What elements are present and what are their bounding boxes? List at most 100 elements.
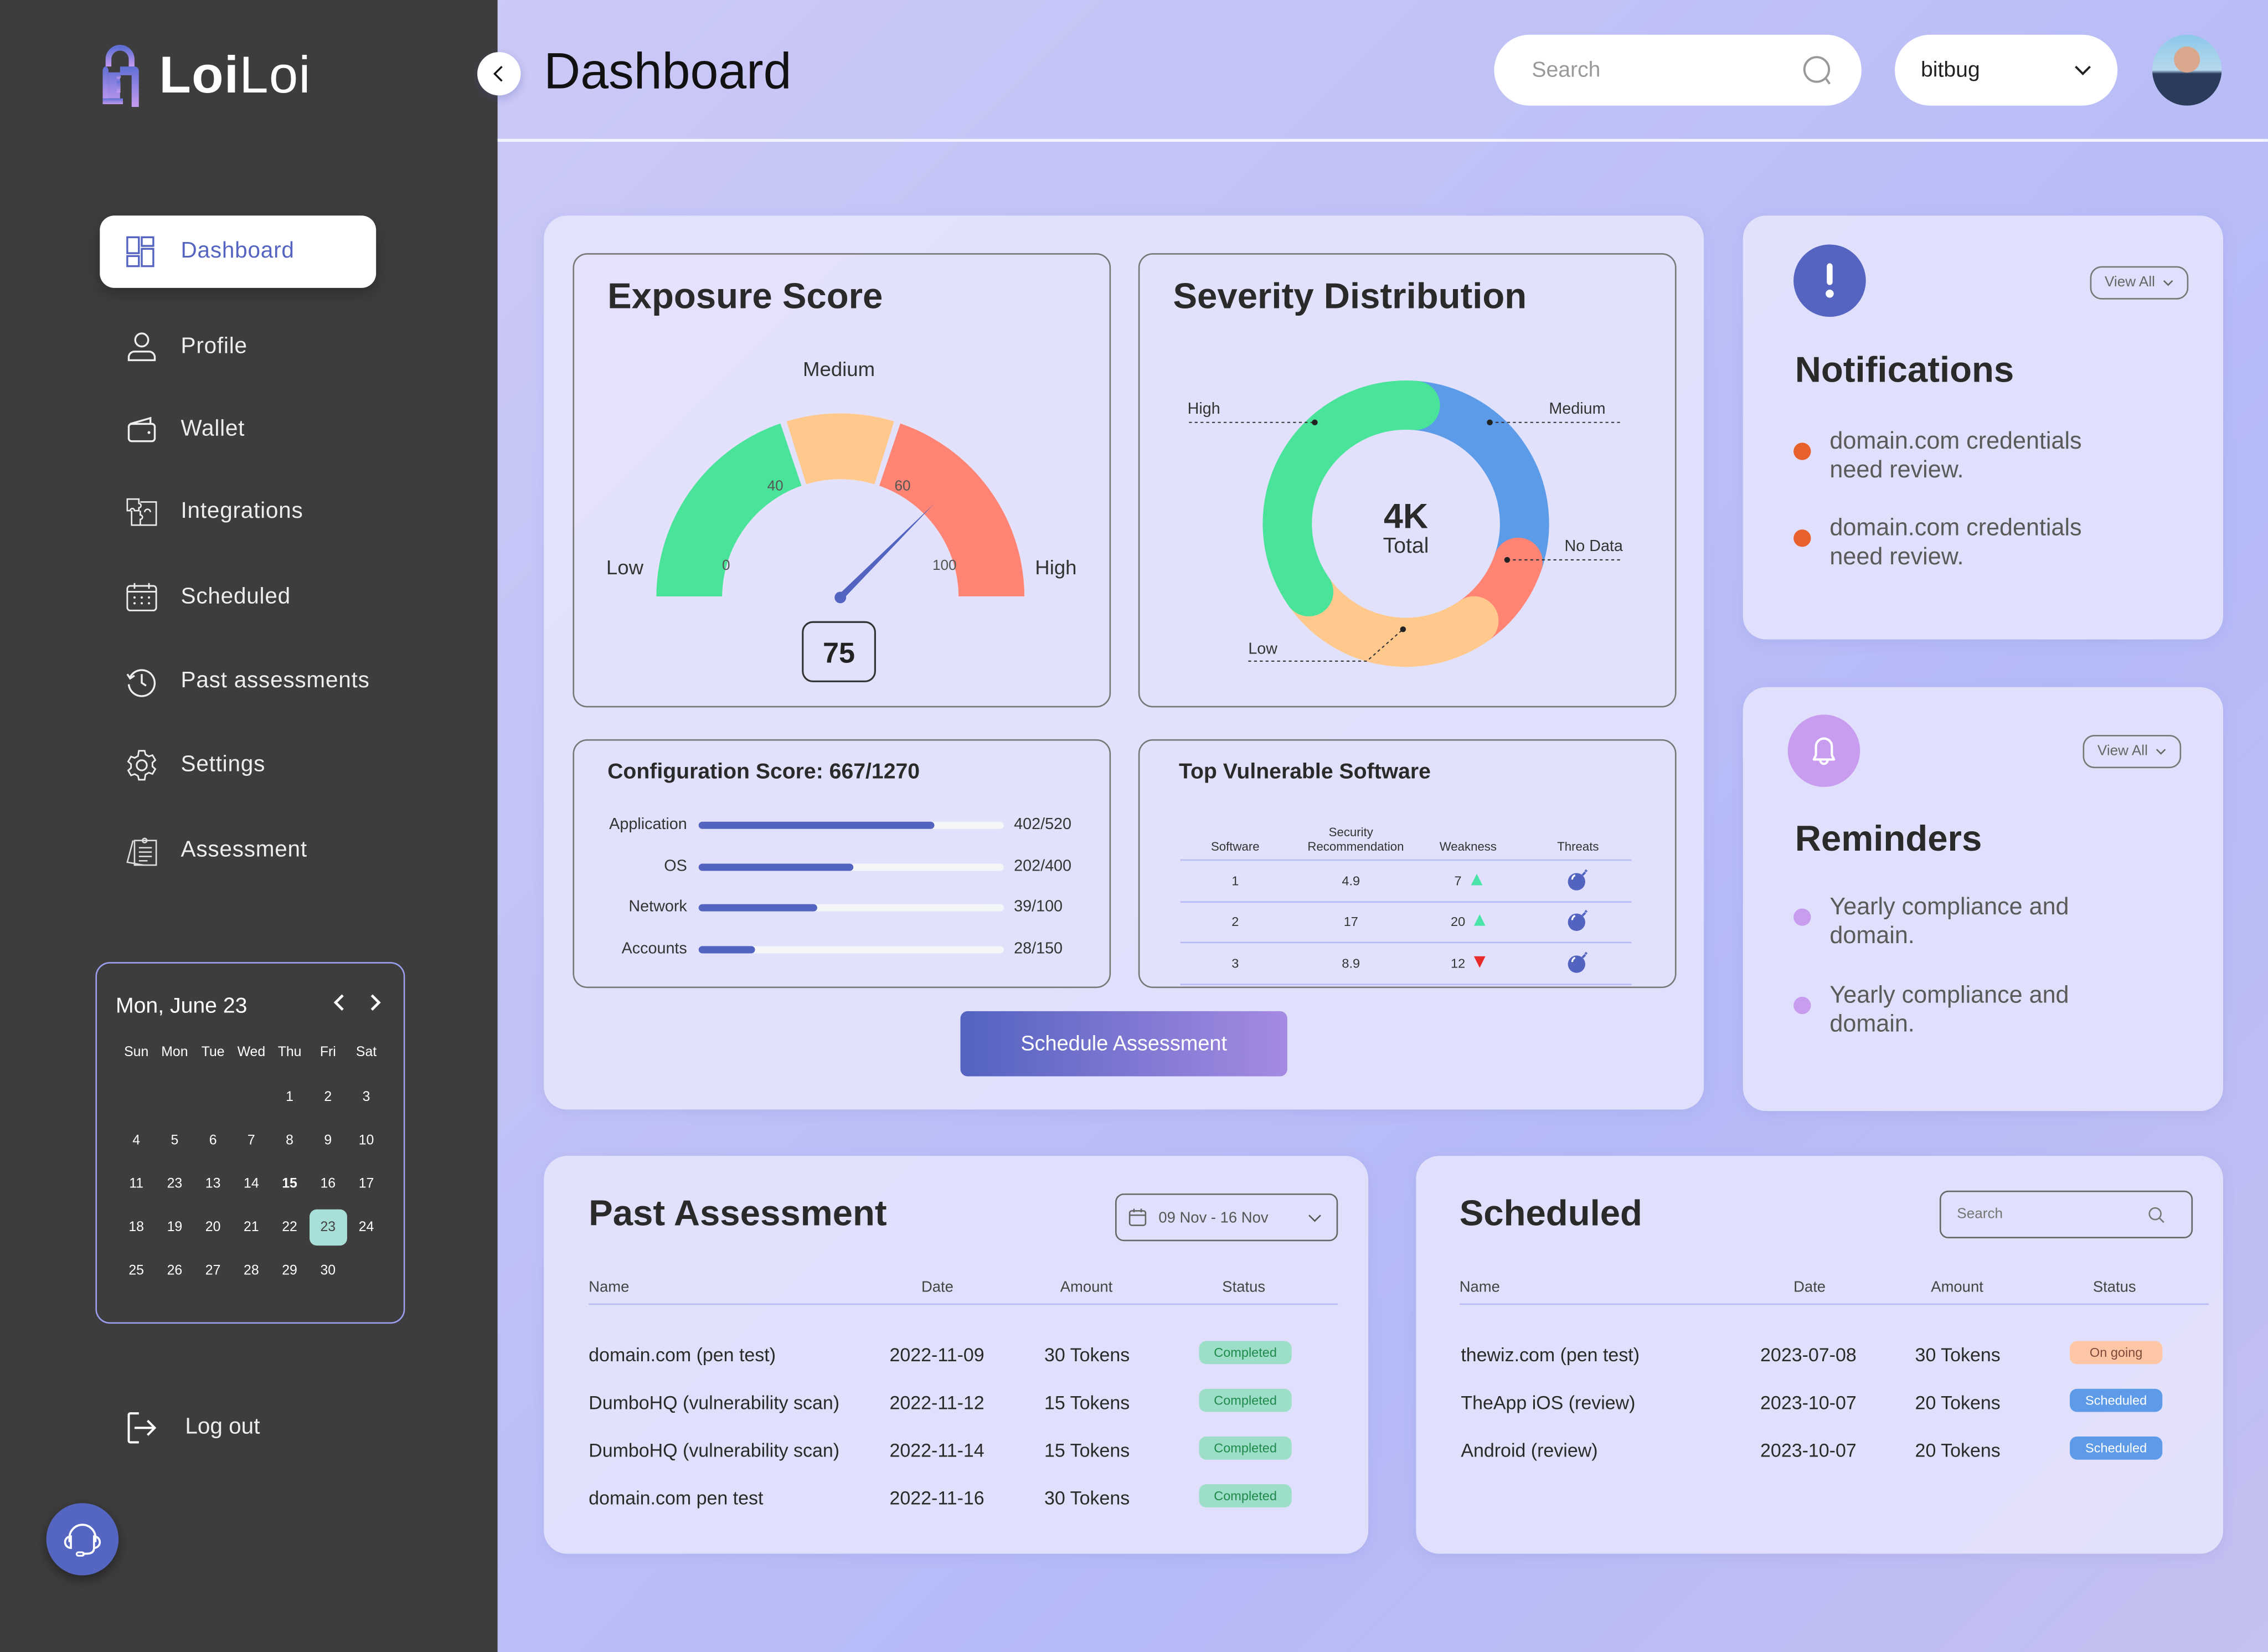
- calendar-day[interactable]: 6: [194, 1120, 232, 1163]
- collapse-sidebar-button[interactable]: [477, 52, 521, 96]
- organization-select[interactable]: bitbug: [1894, 34, 2118, 106]
- table-row[interactable]: 3 8.9 12: [1180, 943, 1632, 985]
- table-row[interactable]: DumboHQ (vulnerability scan) 2022-11-12 15…: [544, 1388, 1368, 1421]
- list-item[interactable]: Yearly compliance and domain.: [1793, 894, 2169, 950]
- calendar-day[interactable]: 5: [156, 1120, 194, 1163]
- calendar-prev-button[interactable]: [333, 992, 347, 1018]
- sidebar-item-integrations[interactable]: Integrations: [100, 476, 376, 548]
- config-row-accounts: Accounts 28/150: [574, 940, 1110, 961]
- bomb-icon[interactable]: [1566, 910, 1590, 935]
- column-header: Software: [1210, 839, 1260, 854]
- bullet-dot: [1793, 442, 1811, 460]
- sidebar-item-wallet[interactable]: Wallet: [100, 394, 376, 466]
- calendar-day[interactable]: 19: [156, 1207, 194, 1250]
- calendar-day[interactable]: 24: [347, 1207, 385, 1250]
- user-avatar[interactable]: [2152, 34, 2222, 106]
- calendar-day[interactable]: 18: [117, 1207, 156, 1250]
- calendar-day[interactable]: 26: [156, 1250, 194, 1293]
- calendar-next-button[interactable]: [367, 992, 382, 1018]
- calendar-day[interactable]: 23: [308, 1209, 347, 1246]
- software-cell: 1: [1231, 873, 1239, 888]
- calendar-day[interactable]: 9: [309, 1120, 347, 1163]
- calendar-day[interactable]: 2: [309, 1076, 347, 1119]
- table-row[interactable]: 2 17 20: [1180, 902, 1632, 944]
- calendar-day[interactable]: 23: [156, 1163, 194, 1206]
- search-icon[interactable]: [1801, 53, 1836, 88]
- brand-logo[interactable]: LoiLoi: [99, 40, 316, 110]
- reminders-view-all[interactable]: View All: [2083, 734, 2182, 769]
- sidebar-item-scheduled[interactable]: Scheduled: [100, 562, 376, 634]
- sidebar-item-past-assessments[interactable]: Past assessments: [100, 645, 376, 718]
- calendar-day[interactable]: 21: [232, 1207, 270, 1250]
- config-bar-track: [698, 863, 1004, 871]
- status-badge: Completed: [1199, 1388, 1292, 1412]
- history-icon: [126, 666, 157, 697]
- table-row[interactable]: domain.com (pen test) 2022-11-09 30 Tokens…: [544, 1341, 1368, 1373]
- donut-slice-medium[interactable]: [1390, 380, 1549, 587]
- list-item-text: Yearly compliance and domain.: [1829, 982, 2069, 1037]
- calendar-day[interactable]: 15: [270, 1163, 308, 1206]
- donut-slice-low[interactable]: [1284, 567, 1499, 667]
- table-row[interactable]: Android (review) 2023-10-07 20 Tokens Sched…: [1416, 1436, 2223, 1468]
- support-button[interactable]: [46, 1503, 119, 1576]
- config-label: Network: [628, 899, 687, 917]
- calendar-day[interactable]: 28: [232, 1250, 270, 1293]
- calendar-day[interactable]: 13: [194, 1163, 232, 1206]
- donut-label-high: High: [1188, 400, 1220, 418]
- chevron-down-icon: [2163, 279, 2173, 286]
- top-vulnerable-software-title: Top Vulnerable Software: [1178, 759, 1431, 784]
- calendar-day[interactable]: 16: [309, 1163, 347, 1206]
- name-cell: Android (review): [1461, 1439, 1598, 1461]
- threats-cell: [1524, 868, 1631, 894]
- date-cell: 2023-10-07: [1760, 1391, 1857, 1414]
- date-cell: 2022-11-09: [889, 1344, 984, 1366]
- list-item[interactable]: domain.com credentials need review.: [1793, 428, 2169, 485]
- calendar-day[interactable]: 7: [232, 1120, 270, 1163]
- calendar-day[interactable]: 17: [347, 1163, 385, 1206]
- calendar-day[interactable]: 11: [117, 1163, 156, 1206]
- search-input[interactable]: [1529, 56, 1795, 84]
- calendar-day[interactable]: 27: [194, 1250, 232, 1293]
- column-header: Status: [1222, 1279, 1266, 1296]
- sidebar-item-profile[interactable]: Profile: [100, 311, 376, 384]
- gauge-tick-label: 40: [767, 477, 784, 494]
- sidebar-item-settings[interactable]: Settings: [100, 729, 376, 802]
- table-row[interactable]: domain.com pen test 2022-11-16 30 Tokens Co…: [544, 1484, 1368, 1516]
- list-item[interactable]: Yearly compliance and domain.: [1793, 982, 2169, 1039]
- calendar-day[interactable]: 25: [117, 1250, 156, 1293]
- bomb-icon[interactable]: [1566, 869, 1590, 894]
- global-search: [1494, 34, 1862, 106]
- table-row[interactable]: TheApp iOS (review) 2023-10-07 20 Tokens Sc…: [1416, 1388, 2223, 1421]
- calendar-day[interactable]: 22: [270, 1207, 308, 1250]
- status-badge: Completed: [1199, 1436, 1292, 1460]
- calendar-day[interactable]: 29: [270, 1250, 308, 1293]
- status-badge: Scheduled: [2070, 1436, 2163, 1460]
- calendar-day[interactable]: 1: [270, 1076, 308, 1119]
- sidebar-item-assessment[interactable]: Assessment: [100, 815, 376, 887]
- alert-icon: [1793, 244, 1866, 317]
- sidebar-item-dashboard[interactable]: Dashboard: [100, 215, 377, 288]
- table-row[interactable]: 1 4.9 7: [1180, 861, 1632, 902]
- calendar-day[interactable]: 30: [309, 1250, 347, 1293]
- calendar-day[interactable]: 10: [347, 1120, 385, 1163]
- notifications-view-all[interactable]: View All: [2090, 266, 2189, 300]
- schedule-assessment-button[interactable]: Schedule Assessment: [960, 1011, 1287, 1077]
- table-row[interactable]: thewiz.com (pen test) 2023-07-08 30 Tokens…: [1416, 1341, 2223, 1373]
- calendar-day[interactable]: 20: [194, 1207, 232, 1250]
- calendar-day[interactable]: 14: [232, 1163, 270, 1206]
- column-header: Date: [921, 1279, 953, 1296]
- calendar-widget: Mon, June 23 Sun Mon Tue Wed Thu Fri Sat 1 2 3 4 5 6…: [95, 962, 405, 1324]
- weakness-value: 20: [1450, 914, 1466, 929]
- chevron-right-icon: [370, 994, 381, 1011]
- table-row[interactable]: DumboHQ (vulnerability scan) 2022-11-14 15…: [544, 1436, 1368, 1468]
- bomb-icon[interactable]: [1566, 951, 1590, 976]
- calendar-day[interactable]: 4: [117, 1120, 156, 1163]
- config-row-os: OS 202/400: [574, 857, 1110, 878]
- logout-button[interactable]: Log out: [125, 1411, 260, 1445]
- calendar-empty-cell: [117, 1076, 156, 1119]
- calendar-day[interactable]: 3: [347, 1076, 385, 1119]
- status-badge: On going: [2070, 1341, 2163, 1365]
- calendar-day[interactable]: 8: [270, 1120, 308, 1163]
- weakness-cell: 20: [1412, 914, 1525, 929]
- list-item[interactable]: domain.com credentials need review.: [1793, 515, 2169, 572]
